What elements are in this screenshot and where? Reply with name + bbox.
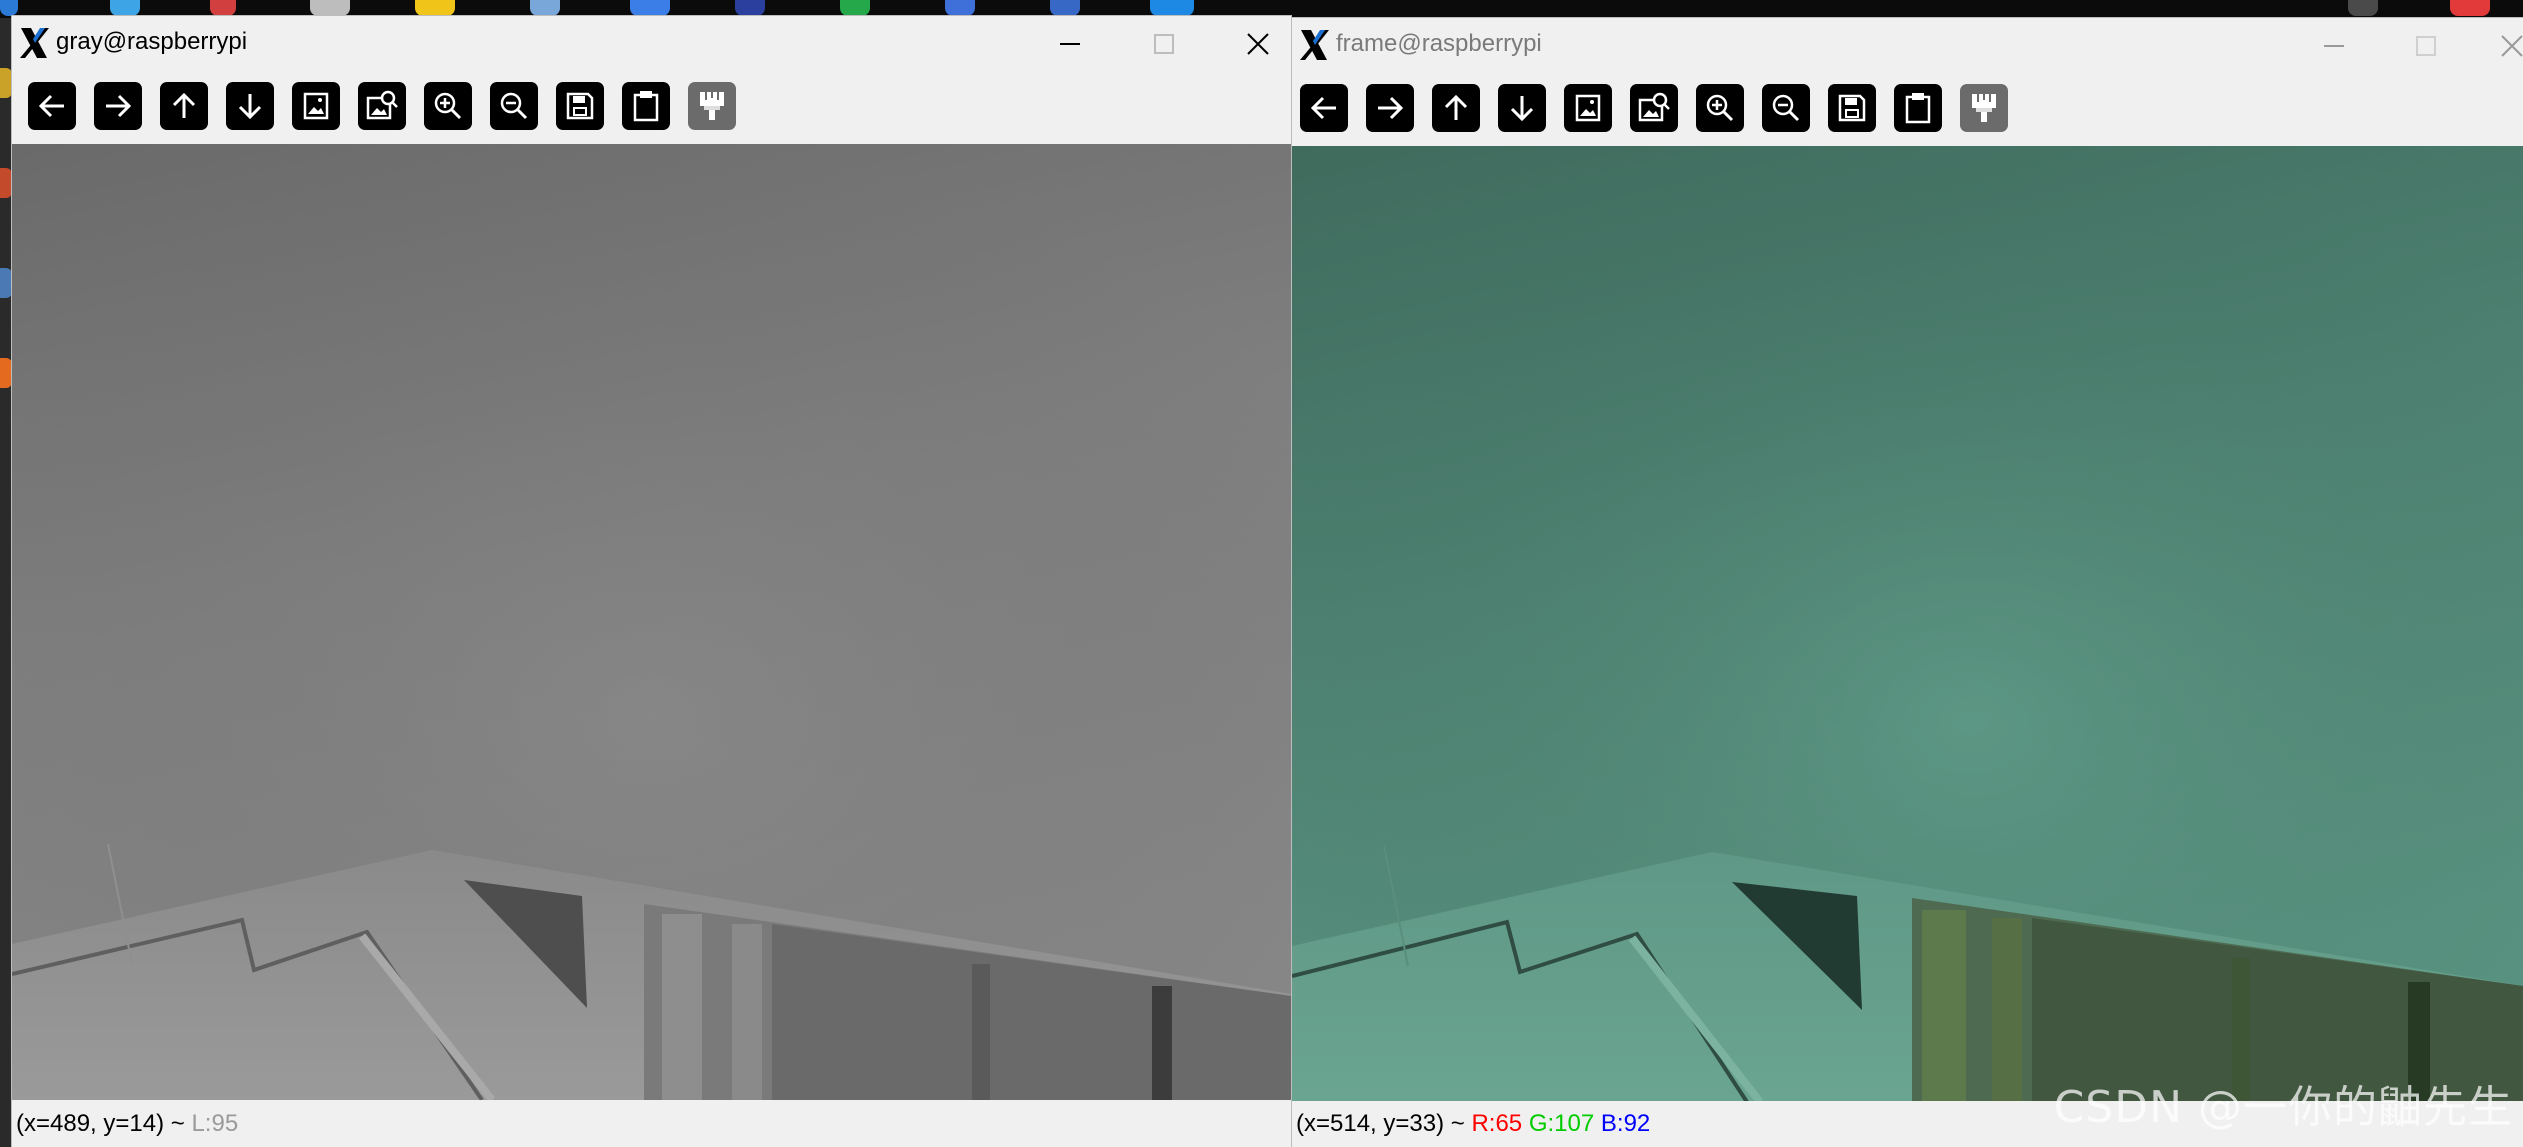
gray-window: gray@raspberrypi (x=489, y=14) ~ L:95 (12, 16, 1291, 1147)
save-button[interactable] (1828, 84, 1876, 132)
status-red-value: R:65 (1471, 1110, 1523, 1137)
save-button[interactable] (556, 82, 604, 130)
image-zoom-icon (1638, 92, 1670, 122)
properties-button[interactable] (1960, 84, 2008, 132)
taskbar-app-icon[interactable] (530, 0, 560, 16)
zoom-original-button[interactable] (1630, 84, 1678, 132)
zoom-in-icon (434, 92, 462, 120)
grayscale-camera-frame (12, 144, 1291, 1100)
image-zoom-icon (366, 90, 398, 120)
camera-image[interactable] (12, 144, 1291, 1100)
color-camera-frame (1292, 146, 2523, 1102)
pan-right-button[interactable] (1366, 84, 1414, 132)
paint-brush-icon (1972, 94, 1996, 122)
zoom-out-button[interactable] (1762, 84, 1810, 132)
pan-right-button[interactable] (94, 82, 142, 130)
taskbar-app-icon[interactable] (1050, 0, 1080, 16)
pan-down-button[interactable] (1498, 84, 1546, 132)
desktop-icon[interactable] (0, 168, 12, 198)
taskbar-app-icon[interactable] (945, 0, 975, 16)
arrow-up-icon (1444, 94, 1468, 120)
arrow-right-icon (1378, 96, 1404, 120)
title-bar[interactable]: gray@raspberrypi (12, 16, 1291, 72)
desktop-icon[interactable] (0, 268, 12, 298)
title-bar[interactable]: frame@raspberrypi (1292, 18, 2523, 74)
copy-clipboard-button[interactable] (1894, 84, 1942, 132)
save-icon (566, 92, 594, 120)
taskbar-app-icon[interactable] (210, 0, 236, 16)
zoom-in-button[interactable] (1696, 84, 1744, 132)
desktop-icon[interactable] (0, 68, 12, 98)
zoom-in-button[interactable] (424, 82, 472, 130)
pan-up-button[interactable] (160, 82, 208, 130)
save-icon (1838, 94, 1866, 122)
zoom-out-icon (500, 92, 528, 120)
paint-brush-icon (700, 92, 724, 120)
clipboard-icon (1905, 93, 1931, 124)
arrow-left-icon (1310, 96, 1336, 120)
window-title: frame@raspberrypi (1336, 30, 1542, 57)
taskbar-app-icon[interactable] (110, 0, 140, 16)
taskbar-app-icon[interactable] (0, 0, 18, 16)
minimize-icon (2324, 45, 2344, 47)
status-luminance: L:95 (191, 1110, 239, 1137)
taskbar-app-icon[interactable] (310, 0, 350, 16)
minimize-icon (1060, 43, 1080, 45)
close-button[interactable] (2484, 26, 2523, 66)
close-icon (1247, 33, 1269, 55)
clipboard-icon (633, 91, 659, 122)
properties-button[interactable] (688, 82, 736, 130)
maximize-button[interactable] (2398, 26, 2454, 66)
maximize-icon (1154, 34, 1174, 54)
arrow-down-icon (238, 94, 262, 120)
status-blue-value: B:92 (1600, 1110, 1651, 1137)
window-title: gray@raspberrypi (56, 28, 248, 55)
taskbar-app-icon[interactable] (415, 0, 455, 16)
close-icon (2501, 35, 2523, 57)
image-icon (303, 92, 329, 120)
taskbar-app-icon[interactable] (735, 0, 765, 16)
zoom-out-icon (1772, 94, 1800, 122)
taskbar-app-icon[interactable] (840, 0, 870, 16)
close-button[interactable] (1230, 24, 1286, 64)
pan-down-button[interactable] (226, 82, 274, 130)
status-coordinates: (x=514, y=33) ~ (1296, 1110, 1472, 1137)
x-logo-icon (18, 26, 50, 60)
pan-left-button[interactable] (28, 82, 76, 130)
image-icon (1575, 94, 1601, 122)
zoom-original-button[interactable] (358, 82, 406, 130)
pan-left-button[interactable] (1300, 84, 1348, 132)
zoom-fit-button[interactable] (1564, 84, 1612, 132)
power-icon[interactable] (2450, 0, 2490, 16)
minimize-button[interactable] (1042, 24, 1098, 64)
x-logo-icon (1298, 28, 1330, 62)
copy-clipboard-button[interactable] (622, 82, 670, 130)
arrow-right-icon (106, 94, 132, 118)
status-coordinates: (x=489, y=14) ~ (16, 1110, 192, 1137)
camera-image[interactable] (1292, 146, 2523, 1102)
zoom-in-icon (1706, 94, 1734, 122)
arrow-left-icon (38, 94, 64, 118)
status-bar: (x=489, y=14) ~ L:95 (12, 1101, 1291, 1147)
zoom-fit-button[interactable] (292, 82, 340, 130)
arrow-up-icon (172, 92, 196, 118)
taskbar-app-icon[interactable] (1150, 0, 1194, 16)
arrow-down-icon (1510, 96, 1534, 122)
minimize-button[interactable] (2306, 26, 2362, 66)
pan-up-button[interactable] (1432, 84, 1480, 132)
zoom-out-button[interactable] (490, 82, 538, 130)
maximize-icon (2416, 36, 2436, 56)
csdn-watermark: CSDN @一你的鼬先生 (2053, 1082, 2513, 1133)
desktop-icon[interactable] (0, 358, 12, 388)
taskbar-app-icon[interactable] (2348, 0, 2378, 16)
status-green-value: G:107 (1528, 1110, 1595, 1137)
maximize-button[interactable] (1136, 24, 1192, 64)
taskbar-app-icon[interactable] (630, 0, 670, 16)
frame-window: frame@raspberrypi (x=514, y=33) ~ R:65 G… (1292, 18, 2523, 1147)
